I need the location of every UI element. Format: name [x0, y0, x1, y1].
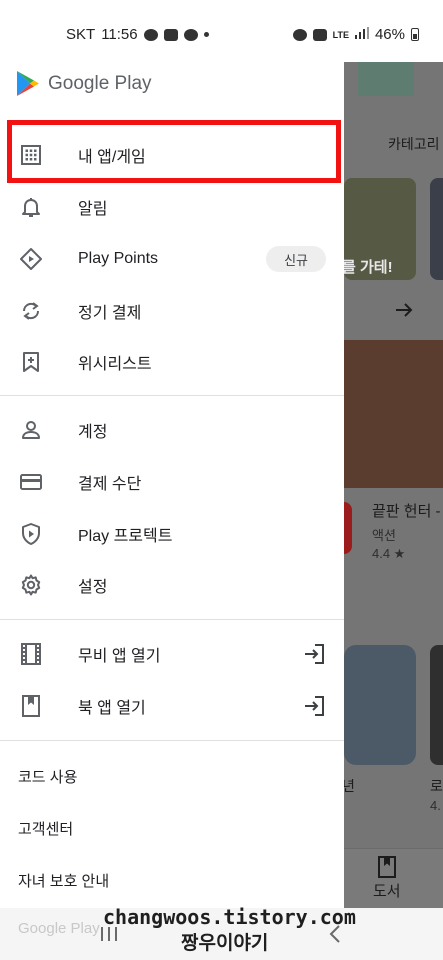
mute-icon: [312, 28, 327, 41]
facebook-notification-icon: [183, 28, 198, 41]
menu-parent-guide[interactable]: 자녀 보호 안내: [18, 870, 109, 891]
signal-icon: [354, 26, 369, 43]
credit-card-icon: [20, 474, 42, 490]
game-title: 끝판 헌터 -: [372, 503, 441, 520]
side-char: 년: [344, 778, 355, 794]
battery-percent: 46%: [374, 26, 405, 43]
new-badge: 신규: [266, 246, 326, 272]
book-icon-background[interactable]: [378, 856, 396, 883]
watermark-blog-name: 짱우이야기: [181, 933, 269, 954]
menu-payment-methods[interactable]: 결제 수단: [0, 456, 344, 508]
menu-help-center[interactable]: 고객센터: [18, 818, 73, 839]
menu-open-books-app[interactable]: 북 앱 열기: [0, 680, 344, 732]
menu-account[interactable]: 계정: [0, 404, 344, 456]
side-label: 로: [430, 778, 443, 794]
menu-notifications[interactable]: 알림: [0, 181, 344, 233]
faded-menu-item: Google Play: [18, 920, 100, 937]
game-icon-3[interactable]: [430, 645, 443, 765]
game-icon[interactable]: [344, 502, 352, 554]
banner-image-2: [430, 178, 443, 280]
open-app-icon: [305, 644, 324, 664]
menu-subscriptions[interactable]: 정기 결제: [0, 285, 344, 337]
play-points-icon: [20, 248, 42, 270]
app-name: Google Play: [48, 72, 152, 94]
clock: 11:56: [101, 26, 138, 43]
menu-play-protect[interactable]: Play 프로텍트: [0, 508, 344, 560]
category-tab: 카테고리: [388, 136, 440, 152]
network-type: LTE: [332, 29, 349, 40]
game-icon-2[interactable]: [344, 645, 416, 765]
status-left: SKT 11:56: [66, 26, 209, 43]
menu-label: 알림: [78, 201, 108, 218]
menu-label: 결제 수단: [78, 476, 142, 493]
game-artwork: [344, 340, 443, 488]
bookmark-plus-icon: [23, 352, 39, 372]
app-icon-blurred: [358, 56, 414, 96]
refresh-icon: [22, 302, 40, 320]
side-rating: 4.: [430, 798, 441, 813]
banner-text: 를 가테!: [344, 259, 393, 276]
menu-wishlist[interactable]: 위시리스트: [0, 336, 344, 388]
menu-divider: [0, 740, 344, 741]
bell-icon: [22, 198, 40, 217]
play-triangle-icon: [17, 71, 39, 96]
film-icon: [21, 643, 41, 665]
watermark-url: changwoos.tistory.com: [103, 905, 356, 929]
menu-divider: [0, 619, 344, 620]
menu-label: 계정: [78, 424, 108, 441]
talk-notification-icon: [143, 28, 158, 41]
status-right: LTE 46%: [292, 26, 419, 43]
menu-label: Play 프로텍트: [78, 528, 173, 545]
carrier-label: SKT: [66, 26, 96, 43]
menu-label: 북 앱 열기: [78, 700, 146, 717]
shield-play-icon: [22, 523, 40, 545]
status-bar: SKT 11:56 LTE 46%: [0, 0, 443, 62]
menu-label: Play Points: [78, 250, 159, 267]
menu-divider: [0, 395, 344, 396]
game-genre: 액션: [372, 528, 396, 543]
alarm-icon: [292, 28, 307, 41]
gallery-notification-icon: [163, 28, 178, 41]
menu-open-movies-app[interactable]: 무비 앱 열기: [0, 628, 344, 680]
open-app-icon: [305, 696, 324, 716]
battery-icon: [411, 28, 419, 41]
menu-redeem-code[interactable]: 코드 사용: [18, 766, 77, 787]
game-rating: 4.4 ★: [372, 546, 406, 561]
book-icon: [22, 695, 40, 717]
menu-label: 위시리스트: [78, 356, 152, 373]
menu-label: 정기 결제: [78, 305, 142, 322]
books-tab[interactable]: 도서: [373, 880, 401, 901]
menu-settings[interactable]: 설정: [0, 559, 344, 611]
arrow-right-icon[interactable]: [394, 300, 414, 325]
menu-label: 설정: [78, 579, 108, 596]
menu-play-points[interactable]: Play Points 신규: [0, 233, 344, 285]
person-icon: [22, 421, 40, 439]
menu-label: 무비 앱 열기: [78, 648, 161, 665]
more-notifications-icon: [203, 32, 209, 37]
google-play-logo: Google Play: [16, 70, 152, 97]
background-page: 카테고리 를 가테! 끝판 헌터 - 액션 4.4 ★ 년 로 4. 도서: [344, 0, 443, 960]
highlight-box: [7, 120, 341, 183]
gear-icon: [21, 574, 41, 596]
